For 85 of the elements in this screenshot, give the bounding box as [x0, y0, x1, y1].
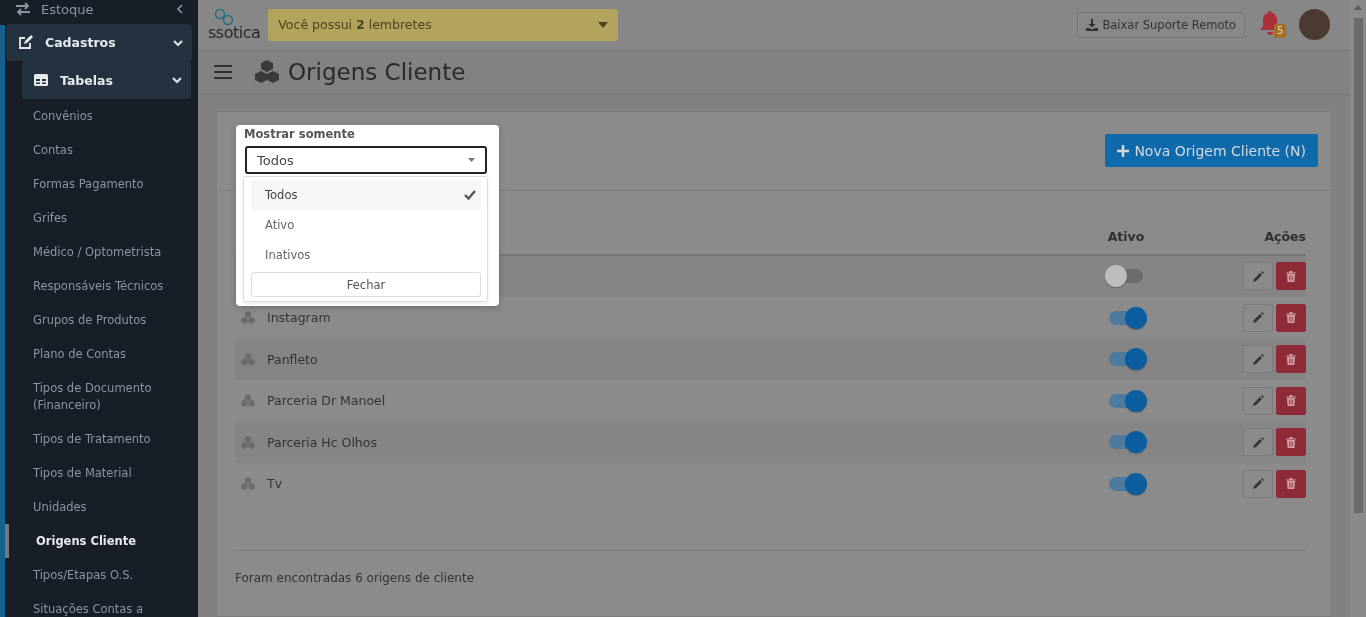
delete-button[interactable] [1276, 262, 1306, 291]
check-icon [464, 190, 476, 200]
caret-icon [598, 21, 609, 28]
cubes-icon [254, 60, 280, 85]
chevron-left-icon[interactable] [174, 3, 186, 15]
support-download-button[interactable]: Baixar Suporte Remoto [1077, 11, 1245, 38]
edit-icon [18, 35, 33, 50]
logo-text: ssotica [208, 24, 261, 41]
sidebar-item[interactable]: Convênios [0, 99, 198, 133]
cubes-icon [241, 352, 255, 366]
sidebar-item[interactable]: Tipos/Etapas O.S. [0, 558, 198, 592]
delete-button[interactable] [1276, 386, 1306, 415]
sidebar-item[interactable]: Tipos de Documento (Financeiro) [0, 371, 198, 422]
pencil-icon [1252, 395, 1264, 407]
sidebar-item[interactable]: Grupos de Produtos [0, 303, 198, 337]
caret-icon [468, 158, 475, 162]
origin-name: Instagram [267, 310, 331, 326]
dropdown-option[interactable]: Todos [251, 180, 481, 210]
delete-button[interactable] [1276, 428, 1306, 457]
pencil-icon [1252, 478, 1264, 490]
edit-button[interactable] [1243, 262, 1273, 291]
edit-button[interactable] [1243, 386, 1273, 415]
download-icon [1086, 18, 1099, 31]
dropdown-option[interactable]: Inativos [251, 240, 481, 270]
sidebar-section-label[interactable]: Estoque [41, 1, 164, 17]
edit-button[interactable] [1243, 345, 1273, 374]
sidebar-item[interactable]: Tipos de Material [0, 456, 198, 490]
sidebar-group[interactable]: Tabelas [22, 61, 191, 99]
page-title: Origens Cliente [288, 59, 466, 86]
filter-label: Mostrar somente [244, 127, 356, 141]
sidebar-item[interactable]: Origens Cliente [0, 524, 198, 558]
cubes-icon [241, 394, 255, 408]
trash-icon [1286, 436, 1296, 448]
trash-icon [1286, 478, 1296, 490]
delete-button[interactable] [1276, 303, 1306, 332]
plus-icon [1117, 144, 1130, 157]
sidebar-item[interactable]: Unidades [0, 490, 198, 524]
sidebar-item[interactable]: Responsáveis Técnicos [0, 269, 198, 303]
avatar[interactable] [1299, 9, 1330, 41]
scroll-up-icon[interactable] [1354, 5, 1362, 10]
sidebar-section[interactable]: Cadastros [6, 24, 192, 61]
menu-icon[interactable] [214, 65, 232, 80]
cubes-icon [241, 311, 255, 325]
trash-icon [1286, 270, 1296, 282]
table-icon [34, 74, 48, 86]
pencil-icon [1252, 312, 1264, 324]
result-count-text: Foram encontradas 6 origens de cliente [235, 549, 1306, 585]
trash-icon [1286, 395, 1296, 407]
edit-button[interactable] [1243, 303, 1273, 332]
reminder-text: Você possui 2 lembretes [278, 17, 432, 33]
trash-icon [1286, 353, 1296, 365]
sidebar-item[interactable]: Médico / Optometrista [0, 235, 198, 269]
sidebar-item[interactable]: Plano de Contas [0, 337, 198, 371]
sidebar-item[interactable]: Grifes [0, 201, 198, 235]
cubes-icon [241, 435, 255, 449]
edit-button[interactable] [1243, 428, 1273, 457]
origin-name: Parceria Dr Manoel [267, 393, 386, 409]
origin-name: Parceria Hc Olhos [267, 434, 377, 450]
chevron-down-icon[interactable] [171, 74, 183, 86]
filter-select[interactable]: Todos [245, 146, 487, 174]
sidebar-item[interactable]: Formas Pagamento [0, 167, 198, 201]
dropdown-option[interactable]: Ativo [251, 210, 481, 240]
trash-icon [1286, 312, 1296, 324]
sidebar-item[interactable]: Tipos de Tratamento [0, 422, 198, 456]
new-origin-button[interactable]: Nova Origem Cliente (N) [1105, 134, 1318, 167]
edit-button[interactable] [1243, 469, 1273, 498]
delete-button[interactable] [1276, 469, 1306, 498]
arrows-icon [15, 2, 31, 16]
sidebar-item[interactable]: Situações Contas a [0, 592, 198, 617]
notification-badge: 5 [1274, 23, 1287, 38]
reminder-dropdown[interactable]: Você possui 2 lembretes [268, 8, 619, 41]
delete-button[interactable] [1276, 345, 1306, 374]
column-header: Ativo [1106, 228, 1146, 244]
scrollbar-thumb[interactable] [1353, 18, 1363, 513]
sidebar-item[interactable]: Contas [0, 133, 198, 167]
origin-name: Panfleto [267, 351, 318, 367]
origin-name: Tv [267, 476, 283, 492]
pencil-icon [1252, 353, 1264, 365]
close-button[interactable]: Fechar [251, 272, 481, 297]
pencil-icon [1252, 270, 1264, 282]
column-header: Ações [1263, 228, 1306, 244]
cubes-icon [241, 477, 255, 491]
pencil-icon [1252, 436, 1264, 448]
sidebar-group-label[interactable]: Tabelas [60, 72, 159, 88]
sidebar-section-label[interactable]: Cadastros [45, 35, 160, 50]
